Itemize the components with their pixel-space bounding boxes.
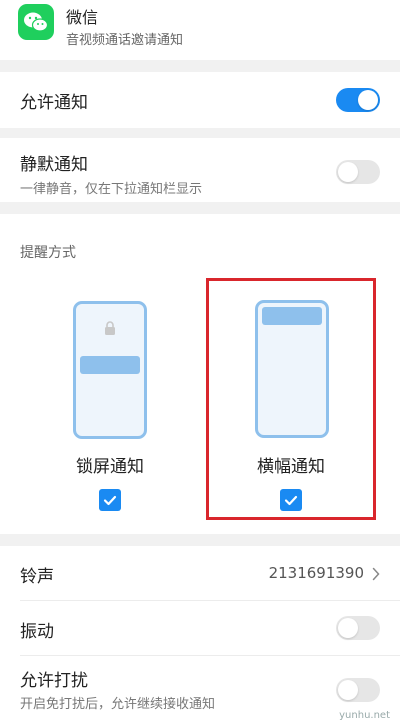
lockscreen-preview[interactable] [73,301,147,439]
watermark: yunhu.net [339,710,390,721]
allow-interrupt-label: 允许打扰 [20,671,88,691]
app-header: 微信 音视频通话邀请通知 [0,0,400,60]
app-subtitle: 音视频通话邀请通知 [66,33,184,48]
vibration-label: 振动 [20,622,54,642]
toggle-knob [338,162,358,182]
silent-notifications-row[interactable]: 静默通知 一律静音，仅在下拉通知栏显示 [0,138,400,202]
silent-notifications-description: 一律静音，仅在下拉通知栏显示 [20,182,203,197]
notification-bar [80,356,140,374]
allow-notifications-row[interactable]: 允许通知 [0,72,400,128]
check-icon [284,495,298,506]
toggle-knob [338,618,358,638]
ringtone-value: 2131691390 [268,564,364,582]
lockscreen-option-label: 锁屏通知 [76,457,144,477]
check-icon [103,495,117,506]
ringtone-label: 铃声 [20,567,54,587]
app-name: 微信 [66,8,99,27]
banner-option-label: 横幅通知 [257,457,325,477]
allow-notifications-toggle[interactable] [336,88,380,112]
lockscreen-checkbox[interactable] [99,489,121,511]
banner-checkbox[interactable] [280,489,302,511]
reminder-section-label: 提醒方式 [20,245,76,261]
vibration-toggle[interactable] [336,616,380,640]
ringtone-row[interactable]: 铃声 2131691390 [0,546,400,600]
allow-notifications-label: 允许通知 [20,93,88,113]
toggle-knob [358,90,378,110]
silent-notifications-label: 静默通知 [20,155,88,175]
allow-interrupt-toggle[interactable] [336,678,380,702]
wechat-icon [18,4,54,40]
lock-icon [104,320,116,339]
silent-notifications-toggle[interactable] [336,160,380,184]
allow-interrupt-description: 开启免打扰后，允许继续接收通知 [20,697,216,712]
vibration-row[interactable]: 振动 [0,601,400,655]
banner-bar [262,307,322,325]
chevron-right-icon [372,566,380,585]
toggle-knob [338,680,358,700]
banner-preview[interactable] [255,300,329,438]
reminder-section: 提醒方式 锁屏通知 横幅通知 [0,214,400,534]
sound-settings: 铃声 2131691390 振动 允许打扰 开启免打扰后，允许继续接收通知 yu… [0,546,400,727]
